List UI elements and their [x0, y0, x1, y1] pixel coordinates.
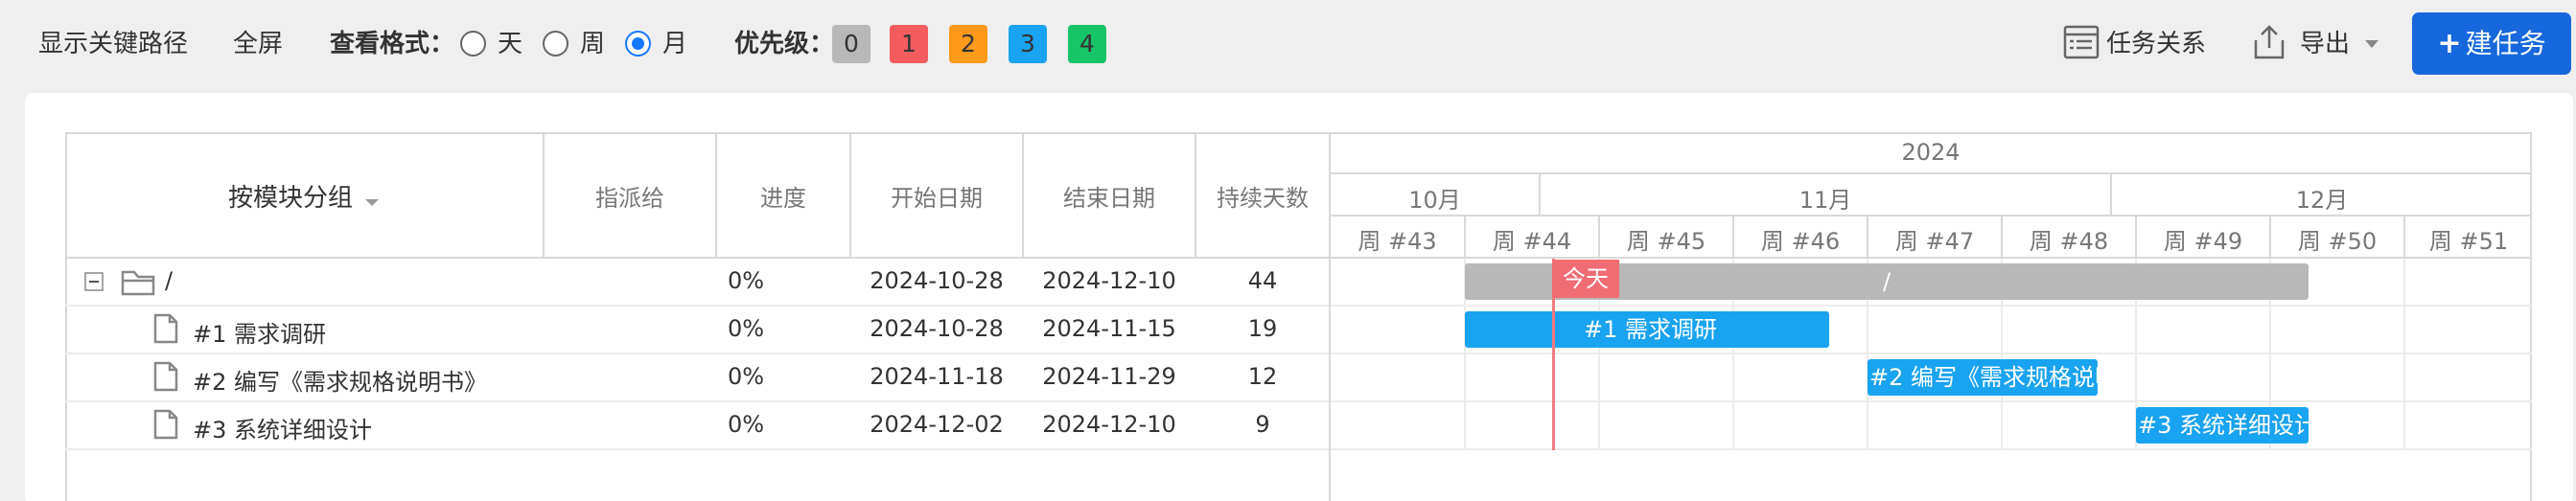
row-end-date: 2024-12-10: [1042, 411, 1176, 438]
gantt-week: 周 #51: [2428, 228, 2509, 255]
new-task-button[interactable]: + 建任务: [2412, 12, 2571, 75]
file-icon: [153, 409, 178, 440]
folder-icon: [121, 268, 157, 297]
task-row-name[interactable]: #2 编写《需求规格说明书》: [193, 363, 487, 397]
row-progress: 0%: [727, 315, 765, 342]
row-duration: 12: [1247, 363, 1278, 390]
gantt-month-oct: 10月: [1408, 187, 1461, 214]
export-caret-icon[interactable]: [2362, 29, 2381, 57]
fullscreen-button[interactable]: 全屏: [233, 28, 283, 60]
priority-1-badge[interactable]: 1: [890, 25, 928, 63]
row-duration: 44: [1247, 267, 1278, 294]
row-start-date: 2024-12-02: [870, 411, 1004, 438]
view-week-label[interactable]: 周: [580, 28, 605, 60]
group-by-label: 按模块分组: [228, 184, 354, 213]
row-progress: 0%: [727, 411, 765, 438]
column-header-duration[interactable]: 持续天数: [1196, 179, 1329, 213]
priority-3-badge[interactable]: 3: [1009, 25, 1047, 63]
view-format-label: 查看格式：: [330, 30, 455, 58]
gantt-week: 周 #47: [1894, 228, 1975, 255]
row-start-date: 2024-10-28: [870, 315, 1004, 342]
gantt-week: 周 #49: [2163, 228, 2243, 255]
task-relations-icon[interactable]: [2062, 23, 2100, 61]
row-progress: 0%: [727, 363, 765, 390]
task-row-name[interactable]: #3 系统详细设计: [193, 411, 372, 444]
view-day-label[interactable]: 天: [498, 28, 522, 60]
caret-down-icon: [365, 198, 380, 206]
gantt-year: 2024: [1901, 139, 1961, 166]
week-gridline: [2403, 259, 2405, 450]
row-start-date: 2024-11-18: [870, 363, 1004, 390]
group-row-name[interactable]: /: [165, 267, 173, 294]
row-divider: [65, 400, 2532, 402]
collapse-icon[interactable]: [84, 272, 104, 291]
priority-2-badge[interactable]: 2: [949, 25, 987, 63]
row-end-date: 2024-11-15: [1042, 315, 1176, 342]
file-icon: [153, 313, 178, 344]
priority-4-badge[interactable]: 4: [1068, 25, 1106, 63]
today-marker: 今天: [1552, 260, 1619, 298]
row-divider: [65, 448, 2532, 450]
column-header-end-date[interactable]: 结束日期: [1024, 179, 1195, 213]
export-icon[interactable]: [2250, 23, 2288, 61]
show-critical-path-button[interactable]: 显示关键路径: [38, 28, 188, 60]
priority-0-badge[interactable]: 0: [832, 25, 870, 63]
file-icon: [153, 361, 178, 392]
row-progress: 0%: [727, 267, 765, 294]
gantt-month-dec: 12月: [2295, 187, 2349, 214]
gantt-week: 周 #45: [1626, 228, 1706, 255]
view-month-label[interactable]: 月: [662, 28, 687, 60]
gantt-week: 周 #44: [1492, 228, 1572, 255]
row-duration: 19: [1247, 315, 1278, 342]
plus-icon: +: [2437, 27, 2462, 60]
gantt-month-divider: [1330, 215, 2532, 216]
gantt-bar-task[interactable]: #2 编写《需求规格说明书》: [1868, 359, 2098, 396]
gantt-bar-task[interactable]: #1 需求调研: [1465, 311, 1829, 348]
export-button[interactable]: 导出: [2300, 28, 2350, 60]
view-month-radio[interactable]: [625, 31, 651, 57]
gantt-week: 周 #48: [2029, 228, 2109, 255]
view-day-radio[interactable]: [460, 31, 486, 57]
task-row-name[interactable]: #1 需求调研: [193, 315, 326, 349]
priority-label: 优先级：: [734, 30, 835, 58]
row-duration: 9: [1255, 411, 1270, 438]
gantt-week: 周 #43: [1358, 228, 1437, 255]
group-by-dropdown[interactable]: 按模块分组: [228, 178, 381, 214]
row-start-date: 2024-10-28: [870, 267, 1004, 294]
column-header-assignee[interactable]: 指派给: [545, 179, 715, 213]
toolbar: 显示关键路径 全屏 查看格式： 天 周 月 优先级： 0 1 2 3 4 任务关…: [0, 0, 2576, 88]
row-end-date: 2024-12-10: [1042, 267, 1176, 294]
column-header-start-date[interactable]: 开始日期: [851, 179, 1022, 213]
gantt-week: 周 #50: [2297, 228, 2378, 255]
header-divider: [65, 257, 2532, 259]
new-task-label: 建任务: [2465, 28, 2546, 59]
row-divider: [65, 305, 2532, 307]
row-divider: [65, 353, 2532, 354]
row-end-date: 2024-11-29: [1042, 363, 1176, 390]
view-week-radio[interactable]: [543, 31, 569, 57]
gantt-month-nov: 11月: [1799, 187, 1852, 214]
gantt-year-divider: [1330, 172, 2532, 174]
task-relations-button[interactable]: 任务关系: [2106, 28, 2206, 60]
column-header-progress[interactable]: 进度: [717, 179, 849, 213]
gantt-week: 周 #46: [1760, 228, 1841, 255]
gantt-bar-task[interactable]: #3 系统详细设计: [2136, 407, 2309, 444]
